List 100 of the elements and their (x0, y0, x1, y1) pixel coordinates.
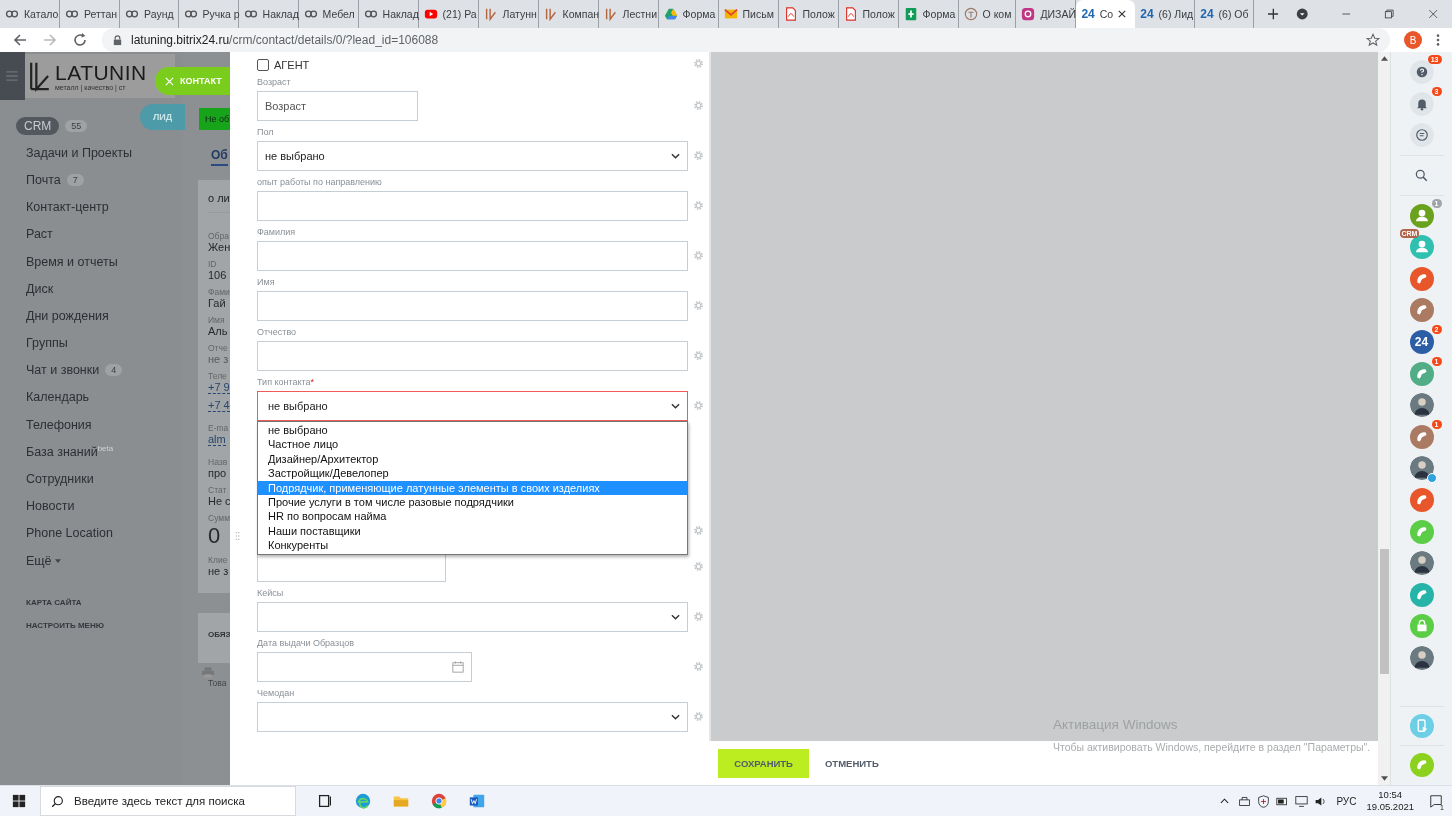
save-button[interactable]: СОХРАНИТЬ (718, 748, 809, 778)
profile-avatar[interactable]: B (1404, 31, 1422, 49)
settings-icon[interactable] (693, 561, 704, 572)
monitor-icon[interactable] (1295, 794, 1309, 808)
text-field[interactable] (257, 341, 688, 371)
bitrix-icon[interactable]: 24 (1409, 329, 1434, 354)
dropdown-option[interactable]: Дизайнер/Архитектор (258, 451, 687, 467)
dropdown-option[interactable]: Наши поставщики (258, 523, 687, 539)
section-tab[interactable]: Об (211, 148, 228, 166)
settings-icon[interactable] (693, 350, 704, 361)
edge-icon[interactable] (354, 792, 372, 810)
dropdown-option[interactable]: Застройщик/Девелопер (258, 466, 687, 481)
bell-icon[interactable] (1409, 91, 1434, 116)
sidebar-link[interactable]: НАСТРОИТЬ МЕНЮ (26, 621, 183, 631)
search-icon[interactable] (1415, 168, 1428, 182)
settings-icon[interactable] (693, 661, 704, 672)
new-tab-icon[interactable] (1267, 8, 1279, 20)
phone-icon[interactable] (1409, 487, 1434, 512)
sidebar-item[interactable]: Группы (16, 329, 68, 357)
avatar-icon[interactable] (1409, 393, 1434, 418)
network-icon[interactable] (1238, 794, 1252, 808)
tab-search-icon[interactable] (1296, 7, 1309, 21)
phone-icon[interactable] (1409, 753, 1434, 777)
avatar-icon[interactable] (1409, 645, 1434, 670)
settings-icon[interactable] (693, 100, 704, 111)
calendar-icon[interactable] (452, 661, 464, 673)
lock-icon[interactable] (1409, 614, 1434, 639)
sidebar-item[interactable]: База знаний$^{beta}$ (16, 438, 114, 466)
sidebar-item[interactable]: Задачи и Проекты (16, 139, 133, 167)
sidebar-item[interactable]: Новости (16, 492, 75, 520)
dropdown[interactable] (257, 602, 688, 632)
sidebar-item[interactable]: Контакт-центр (16, 193, 109, 221)
cancel-button[interactable]: ОТМЕНИТЬ (818, 756, 885, 770)
settings-icon[interactable] (693, 58, 704, 69)
task-view-icon[interactable] (316, 792, 334, 810)
language-indicator[interactable]: РУС (1336, 795, 1357, 807)
sidebar-item[interactable]: Ещё (16, 547, 61, 575)
phone-icon[interactable] (1409, 519, 1434, 544)
bookmark-star-icon[interactable] (1366, 33, 1380, 47)
scroll-down-icon[interactable] (1380, 776, 1388, 781)
phone-icon[interactable] (1409, 424, 1434, 449)
menu-icon[interactable] (1436, 33, 1440, 47)
avatar-icon[interactable] (1409, 551, 1434, 576)
status-button[interactable]: Не об (199, 108, 230, 130)
notification-icon[interactable] (1429, 794, 1443, 808)
help-icon[interactable] (1409, 60, 1434, 84)
sidebar-item[interactable]: Сотрудники (16, 465, 94, 493)
mobile-icon[interactable] (1409, 714, 1434, 738)
reload-icon[interactable] (72, 32, 88, 48)
dropdown-option[interactable]: Конкуренты (258, 538, 687, 553)
text-field[interactable] (257, 191, 688, 221)
scroll-thumb[interactable] (1379, 549, 1389, 674)
settings-icon[interactable] (693, 400, 704, 411)
clock[interactable]: 10:54 19.05.2021 (1366, 789, 1414, 813)
field-link[interactable]: +7 9 (208, 381, 230, 394)
phone-icon[interactable] (1409, 582, 1434, 607)
sidebar-item[interactable]: Phone Location (16, 519, 113, 547)
settings-icon[interactable] (693, 711, 704, 722)
dropdown[interactable]: не выбрано (257, 141, 688, 171)
sidebar-item[interactable]: Календарь (16, 383, 90, 412)
phone-icon[interactable] (1409, 298, 1434, 323)
field-link[interactable]: +7 4 (208, 399, 230, 412)
settings-icon[interactable] (693, 525, 704, 536)
sidebar-item[interactable]: Диск (16, 275, 54, 303)
shield-icon[interactable] (1257, 794, 1271, 808)
start-icon[interactable] (12, 794, 26, 808)
dropdown-option[interactable]: Прочие услуги в том числе разовые подрядчики (258, 494, 687, 510)
browser-tab[interactable]: 24 Со (1076, 0, 1136, 28)
printer-icon[interactable] (202, 667, 214, 678)
close-icon[interactable] (1118, 10, 1127, 18)
user-icon[interactable] (1409, 235, 1434, 260)
sidebar-item[interactable]: Раст (16, 220, 53, 248)
phone-icon[interactable] (1409, 266, 1434, 291)
chrome-icon[interactable] (430, 792, 448, 810)
settings-icon[interactable] (693, 150, 704, 161)
scrollbar[interactable] (1378, 52, 1390, 785)
forward-icon[interactable] (42, 32, 58, 48)
scroll-up-icon[interactable] (1380, 56, 1388, 61)
settings-icon[interactable] (693, 300, 704, 311)
dropdown-option[interactable]: HR по вопросам найма (258, 509, 687, 524)
word-icon[interactable] (468, 792, 486, 810)
text-field[interactable] (257, 291, 688, 321)
dropdown-option[interactable]: не выбрано (258, 423, 687, 438)
sidebar-item[interactable]: CRM 55 (16, 112, 88, 140)
tray-caret-icon[interactable] (1220, 798, 1230, 804)
dropdown-option[interactable]: Частное лицо (258, 437, 687, 452)
chat-icon[interactable] (1409, 123, 1434, 148)
taskbar-search-field[interactable]: Введите здесь текст для поиска (40, 786, 296, 816)
avatar-icon[interactable] (1409, 456, 1434, 481)
back-icon[interactable] (12, 32, 28, 48)
sidebar-item[interactable]: Телефония (16, 411, 92, 439)
address-field[interactable]: latuning.bitrix24.ru/crm/contact/details/0/?lead_id=106088 (102, 28, 1390, 52)
sidebar-item[interactable]: Дни рождения (16, 302, 109, 330)
drag-handle-icon[interactable] (235, 531, 240, 541)
sidebar-item[interactable]: Почта 7 (16, 166, 84, 194)
restore-icon[interactable] (1383, 7, 1396, 21)
dropdown[interactable]: не выбрано (257, 391, 688, 421)
settings-icon[interactable] (693, 200, 704, 211)
sidebar-item[interactable]: Время и отчеты (16, 247, 118, 276)
text-field[interactable]: Возраст (257, 91, 418, 121)
